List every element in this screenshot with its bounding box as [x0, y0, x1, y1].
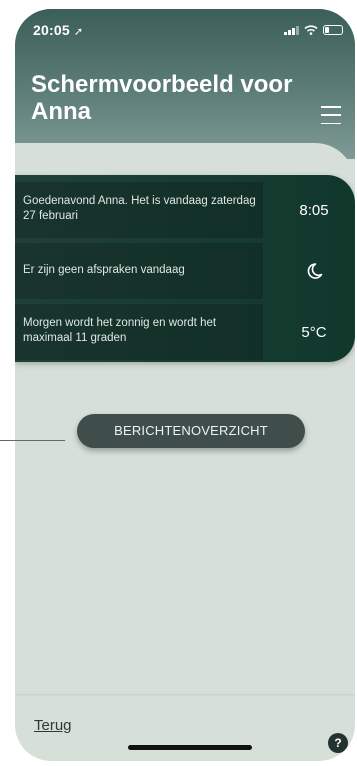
- header: 20:05 ➚ Schermvoorbeeld voor Anna: [15, 9, 355, 159]
- appointments-text: Er zijn geen afspraken vandaag: [15, 243, 263, 299]
- info-panel: Goedenavond Anna. Het is vandaag zaterda…: [15, 175, 355, 362]
- messages-overview-button[interactable]: BERICHTENOVERZICHT: [77, 414, 305, 448]
- signal-icon: [284, 25, 299, 35]
- location-icon: ➚: [73, 26, 84, 38]
- weather-text: Morgen wordt het zonnig en wordt het max…: [15, 304, 263, 360]
- status-bar: 20:05 ➚: [15, 9, 355, 53]
- greeting-text: Goedenavond Anna. Het is vandaag zaterda…: [15, 182, 263, 238]
- info-row-greeting: Goedenavond Anna. Het is vandaag zaterda…: [15, 182, 355, 238]
- help-icon[interactable]: ?: [328, 733, 348, 753]
- temperature-value: 5°C: [301, 323, 327, 341]
- moon-icon: [307, 263, 323, 279]
- home-indicator[interactable]: [128, 745, 252, 750]
- status-time-text: 20:05: [33, 22, 70, 38]
- back-link[interactable]: Terug: [34, 717, 72, 734]
- status-time: 20:05 ➚: [33, 22, 83, 38]
- info-row-appointments: Er zijn geen afspraken vandaag: [15, 243, 355, 299]
- connector-line-outer: [0, 440, 65, 441]
- phone-screen: 20:05 ➚ Schermvoorbeeld voor Anna Goedena: [15, 9, 355, 761]
- night-indicator: [273, 243, 355, 299]
- hamburger-menu-icon[interactable]: [321, 106, 341, 124]
- page-title: Schermvoorbeeld voor Anna: [31, 71, 293, 125]
- current-time-value: 8:05: [299, 201, 329, 219]
- status-icons: [284, 25, 343, 35]
- info-row-weather: Morgen wordt het zonnig en wordt het max…: [15, 304, 355, 360]
- wifi-icon: [304, 25, 318, 35]
- battery-icon: [323, 25, 343, 35]
- footer-divider: [15, 694, 355, 697]
